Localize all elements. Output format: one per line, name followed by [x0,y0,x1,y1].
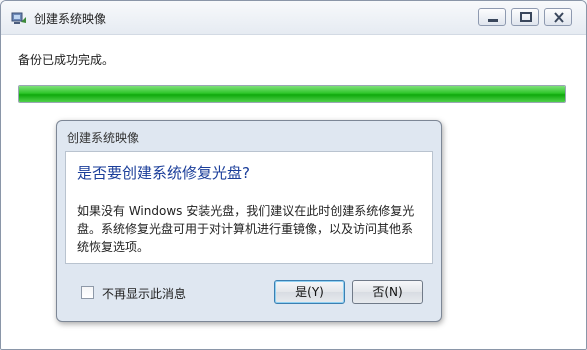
backup-app-icon [11,11,27,25]
close-button[interactable] [544,8,572,26]
dialog-content: 是否要创建系统修复光盘? 如果没有 Windows 安装光盘，我们建议在此时创建… [65,151,433,264]
minimize-icon [488,19,498,22]
progress-fill [19,86,565,102]
dont-show-again-checkbox[interactable] [81,286,94,299]
dialog-heading: 是否要创建系统修复光盘? [77,164,250,182]
no-button[interactable]: 否(N) [352,280,423,304]
yes-button[interactable]: 是(Y) [274,280,345,304]
status-text: 备份已成功完成。 [18,53,115,67]
progress-bar [18,85,566,103]
title-bar[interactable]: 创建系统映像 [1,1,586,35]
maximize-button[interactable] [511,8,539,26]
dialog-message: 如果没有 Windows 安装光盘，我们建议在此时创建系统修复光盘。系统修复光盘… [77,204,415,254]
window-title: 创建系统映像 [34,12,107,26]
dialog-title: 创建系统映像 [67,131,140,145]
dont-show-again-label[interactable]: 不再显示此消息 [102,285,186,302]
repair-disc-dialog: 创建系统映像 是否要创建系统修复光盘? 如果没有 Windows 安装光盘，我们… [56,120,442,322]
maximize-icon [520,12,532,22]
close-icon [554,12,564,23]
minimize-button[interactable] [478,8,506,26]
